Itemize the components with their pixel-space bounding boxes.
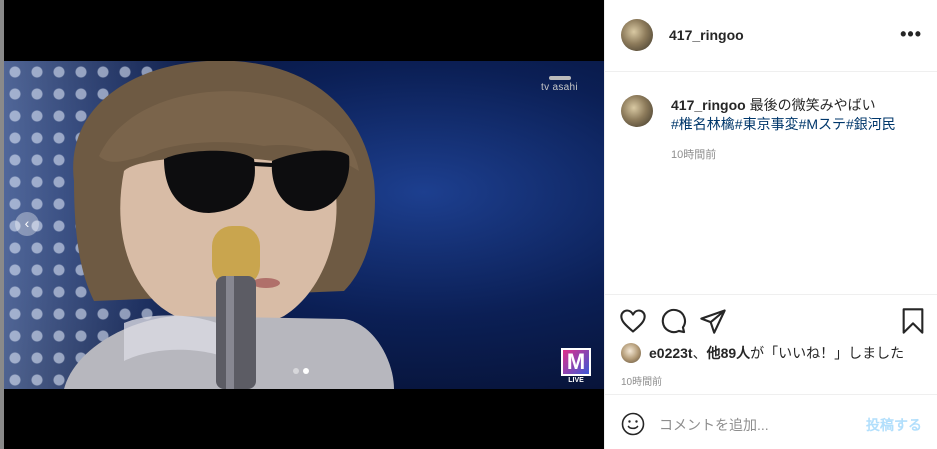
caption-avatar[interactable] (621, 95, 653, 127)
liker-username[interactable]: e0223t (649, 345, 693, 361)
comment-icon[interactable] (659, 307, 687, 335)
post-media: tv asahi M LIVE ‹ (0, 0, 604, 449)
post-comment-button[interactable]: 投稿する (866, 415, 922, 435)
caption-username[interactable]: 417_ringoo (671, 97, 746, 113)
caption-hashtags[interactable]: #椎名林檎#東京事変#Mステ#銀河民 (671, 116, 896, 132)
comment-bar: コメントを追加... 投稿する (605, 394, 937, 449)
tv-asahi-watermark: tv asahi (541, 76, 578, 93)
bookmark-icon[interactable] (899, 307, 927, 335)
carousel-prev-button[interactable]: ‹ (15, 212, 39, 236)
author-username[interactable]: 417_ringoo (669, 27, 744, 43)
share-icon[interactable] (699, 307, 727, 335)
post-actions: e0223t、他89人 が「いいね！」しました 10時間前 (605, 294, 937, 394)
like-suffix: が「いいね！」しました (750, 345, 905, 361)
post-sidebar: 417_ringoo ••• 417_ringoo 最後の微笑みやばい #椎名林… (604, 0, 937, 449)
video-frame[interactable]: tv asahi M LIVE (4, 61, 604, 389)
pager-dot (293, 368, 299, 374)
pager-dot-active (303, 368, 309, 374)
author-avatar[interactable] (621, 19, 653, 51)
emoji-icon[interactable] (621, 412, 645, 436)
post-header: 417_ringoo ••• (605, 0, 937, 72)
post-timestamp: 10時間前 (621, 377, 663, 388)
performer-illustration (64, 61, 394, 389)
more-options-icon[interactable]: ••• (900, 24, 922, 45)
comment-input[interactable]: コメントを追加... (659, 415, 769, 435)
chevron-left-icon: ‹ (24, 215, 30, 231)
caption-timestamp: 10時間前 (671, 149, 717, 161)
mstation-live-logo: M LIVE (561, 348, 591, 386)
like-summary: e0223t、他89人 が「いいね！」しました (621, 343, 904, 363)
caption-body: 最後の微笑みやばい (749, 97, 876, 113)
liker-avatar[interactable] (621, 343, 641, 363)
caption-text: 417_ringoo 最後の微笑みやばい #椎名林檎#東京事変#Mステ#銀河民 (671, 96, 921, 134)
heart-icon[interactable] (619, 307, 647, 335)
post-caption: 417_ringoo 最後の微笑みやばい #椎名林檎#東京事変#Mステ#銀河民 … (605, 72, 937, 294)
like-count-others[interactable]: 他89人 (707, 343, 751, 363)
carousel-pager (293, 368, 309, 374)
